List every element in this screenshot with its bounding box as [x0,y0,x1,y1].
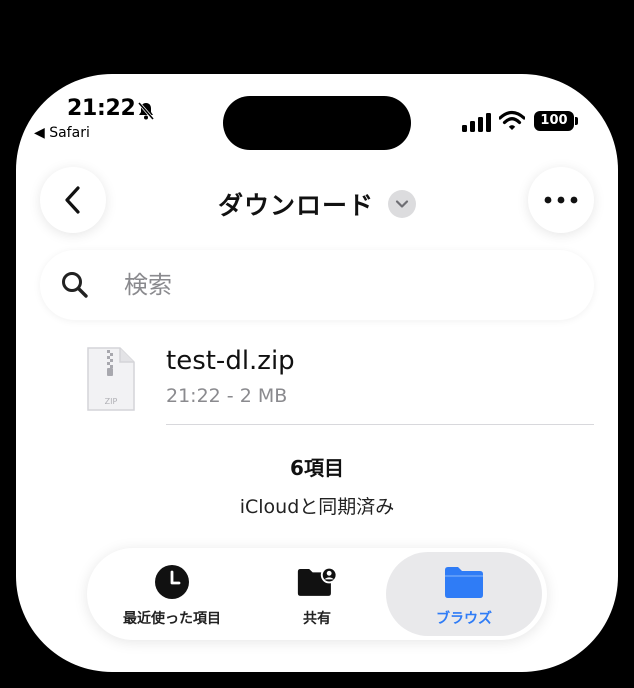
phone-screen: 21:22 ◀ Safari 100 ダウンロード 検索 ZIP test-dl… [16,74,618,672]
zip-file-icon: ZIP [87,347,135,411]
search-icon [62,272,88,298]
tab-shared[interactable]: 共有 [242,552,392,636]
search-input[interactable] [124,268,564,302]
battery-indicator: 100 [534,111,578,131]
row-divider [166,424,594,425]
file-type-label: ZIP [105,397,118,406]
title-menu-button[interactable]: ダウンロード [218,186,416,222]
cellular-signal-icon [462,113,491,132]
sync-status: iCloudと同期済み [239,496,395,518]
dynamic-island [223,96,411,150]
tab-recent-label: 最近使った項目 [123,611,221,627]
wifi-icon [499,110,525,130]
page-title: ダウンロード [217,191,374,220]
folder-icon [444,564,484,600]
navigation-bar: ダウンロード [16,164,618,236]
status-bar: 21:22 ◀ Safari 100 [16,74,618,150]
file-meta: 21:22 - 2 MB [166,385,288,407]
ellipsis-icon [544,196,578,204]
back-to-app-link[interactable]: ◀ Safari [34,125,90,141]
tab-browse-label: ブラウズ [436,611,492,627]
shared-folder-icon [297,564,337,600]
tab-shared-label: 共有 [303,611,331,627]
tab-bar: 最近使った項目 共有 ブラウズ [87,548,547,640]
file-name: test-dl.zip [166,346,295,376]
search-bar[interactable] [40,250,594,320]
bell-muted-icon [137,102,155,120]
tab-browse[interactable]: ブラウズ [386,552,542,636]
tab-recent[interactable]: 最近使った項目 [97,552,247,636]
more-button[interactable] [528,167,594,233]
clock-icon [152,564,192,600]
status-time: 21:22 [67,96,136,121]
file-row[interactable]: ZIP test-dl.zip 21:22 - 2 MB [16,330,618,426]
chevron-down-icon [388,190,416,218]
item-count: 6項目 [290,456,344,480]
